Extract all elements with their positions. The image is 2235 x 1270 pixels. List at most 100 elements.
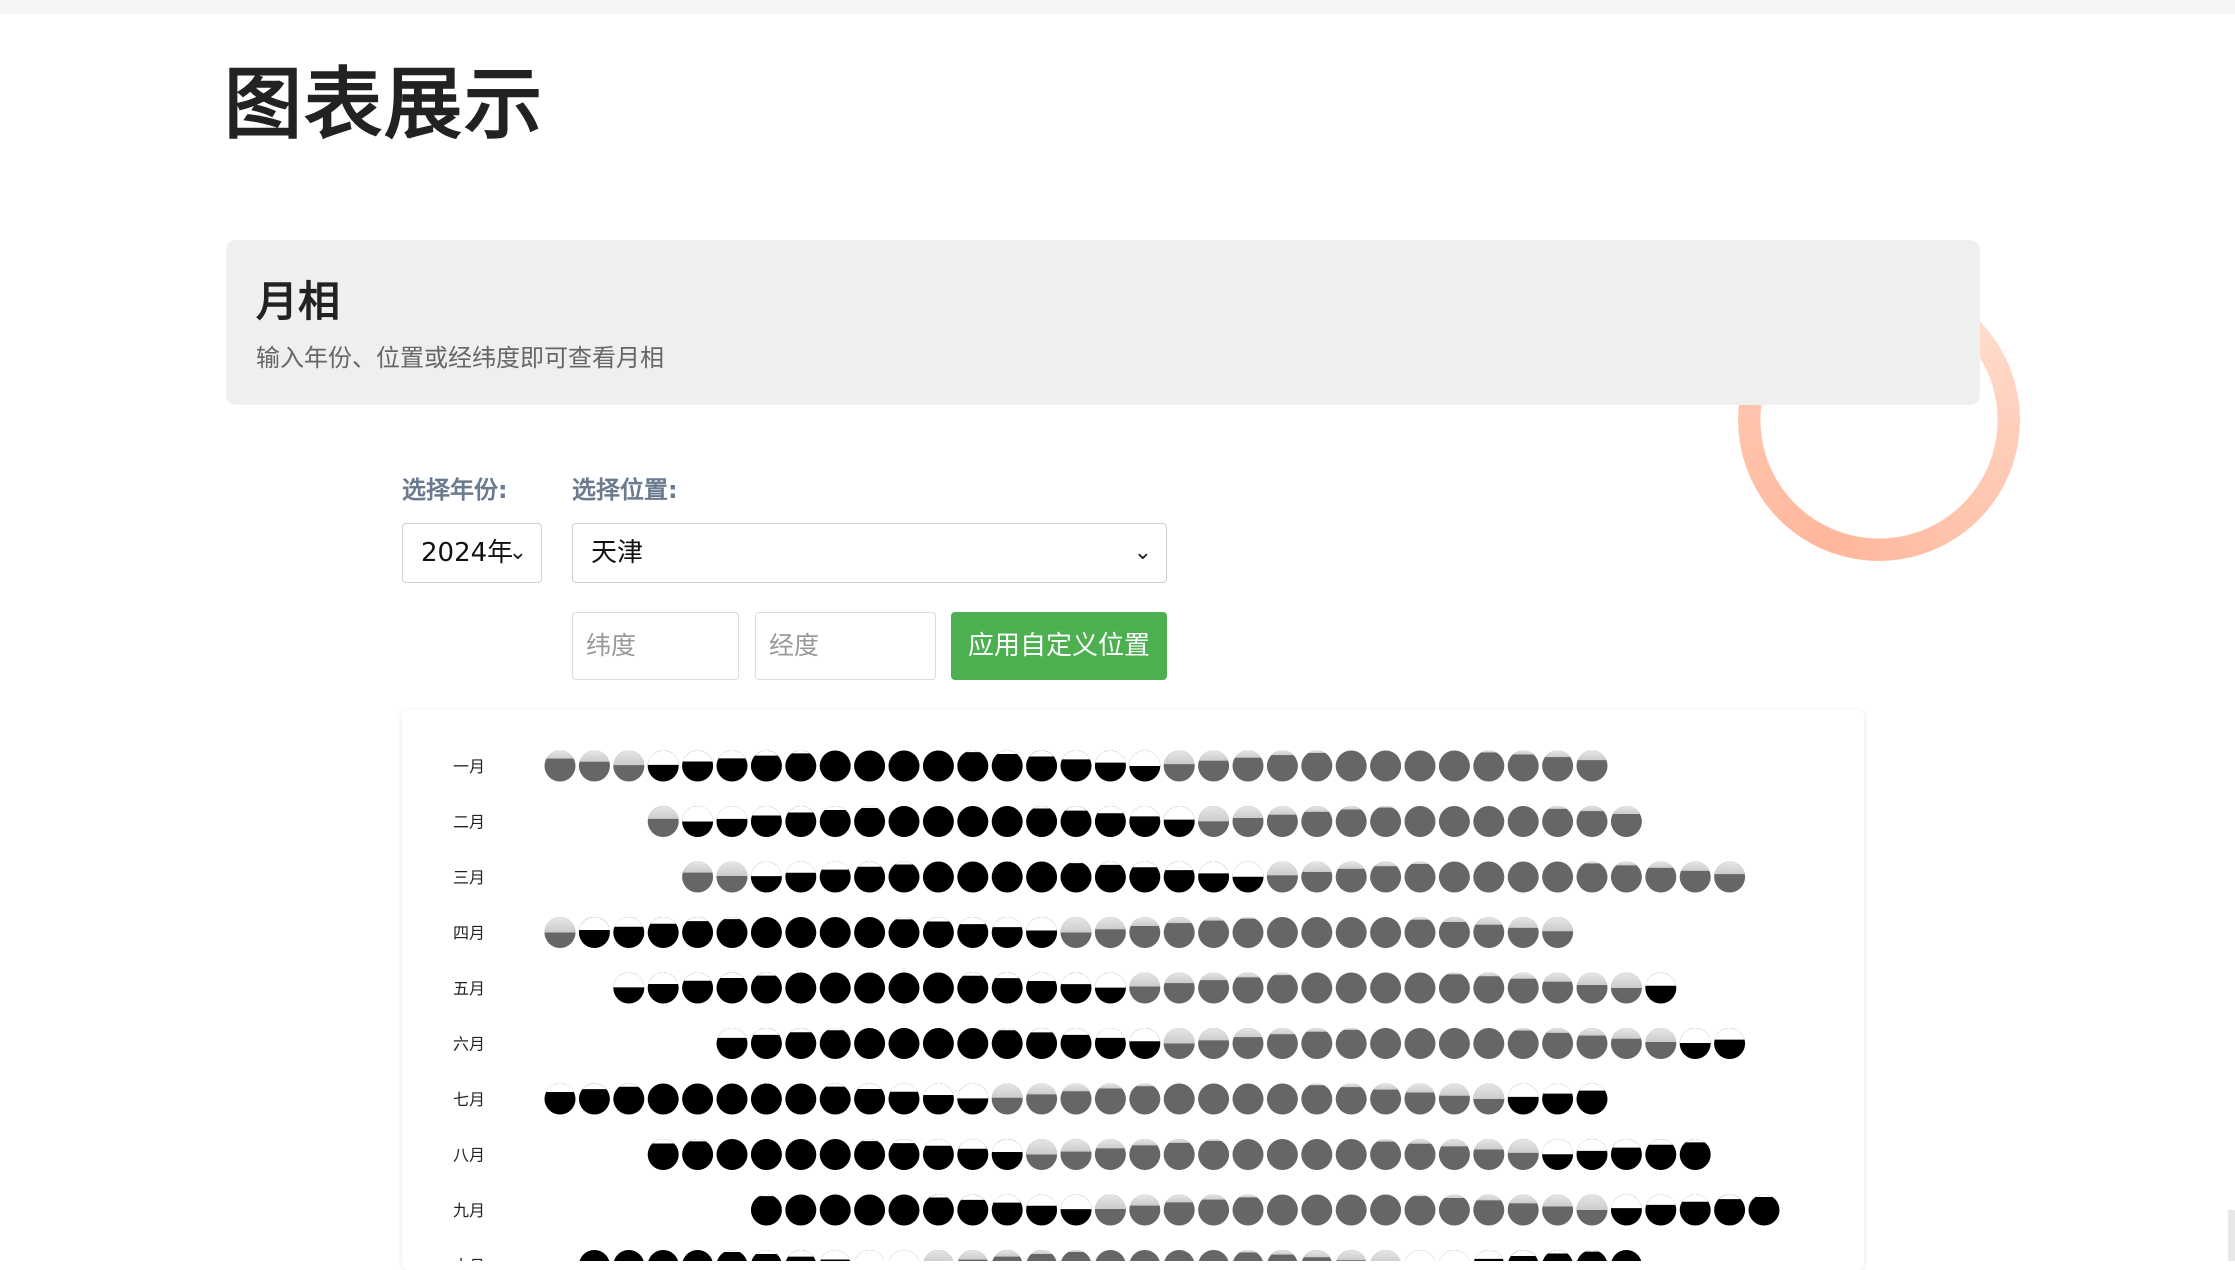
moon-phase-dot (750, 1083, 782, 1115)
moon-phase-dot (1439, 1250, 1470, 1261)
moon-phase-dot (1542, 806, 1574, 837)
moon-phase-dot (922, 750, 954, 782)
moon-phase-dot (1060, 1028, 1092, 1059)
moon-phase-dot (1576, 1194, 1608, 1226)
moon-phase-dot (922, 1194, 954, 1226)
moon-phase-dot (819, 1028, 851, 1059)
moon-phase-dot (854, 917, 886, 948)
moon-phase-dot (957, 750, 989, 782)
moon-phase-dot (1163, 1083, 1195, 1115)
moon-phase-dot (785, 917, 817, 948)
moon-phase-dot (716, 806, 748, 837)
year-select[interactable]: 2024年 ⌄ (402, 523, 542, 583)
moon-phase-dot (682, 750, 714, 782)
moon-phase-dot (1748, 1194, 1780, 1226)
moon-phase-dot (1232, 972, 1264, 1004)
moon-phase-dot (647, 917, 679, 948)
moon-phase-dot (1232, 750, 1264, 782)
moon-phase-dot (1404, 972, 1436, 1004)
moon-phase-dot (1473, 1028, 1505, 1059)
moon-phase-dot (1645, 1139, 1677, 1170)
moon-phase-dot (957, 972, 989, 1004)
latitude-input[interactable]: 纬度 (572, 612, 739, 680)
moon-phase-dot (1438, 861, 1470, 893)
moon-phase-dot (682, 1139, 714, 1170)
moon-phase-dot (1198, 917, 1230, 948)
longitude-input[interactable]: 经度 (755, 612, 936, 680)
moon-phase-dot (613, 1250, 644, 1261)
moon-phase-dot (1301, 972, 1333, 1004)
month-label: 五月 (453, 979, 485, 998)
moon-phase-dot (1507, 916, 1539, 948)
month-label: 一月 (453, 757, 485, 776)
moon-phase-dot (1301, 1139, 1333, 1170)
moon-phase-dot (991, 1139, 1023, 1170)
moon-phase-dot (1026, 1194, 1058, 1226)
moon-phase-dot (922, 1028, 954, 1059)
moon-phase-dot (854, 750, 886, 782)
moon-phase-dot (1198, 972, 1230, 1004)
moon-phase-dot (1026, 1139, 1058, 1170)
location-select[interactable]: 天津 ⌄ (572, 523, 1167, 583)
moon-phase-dot (1301, 750, 1333, 782)
moon-phase-dot (1060, 806, 1092, 837)
moon-phase-dot (1438, 1083, 1470, 1115)
moon-phase-dot (888, 1139, 920, 1170)
moon-phase-dot (1438, 916, 1470, 948)
moon-phase-dot (957, 1028, 989, 1059)
month-label: 三月 (453, 868, 485, 887)
moon-phase-dot (888, 1028, 920, 1059)
moon-phase-dot (682, 972, 714, 1004)
moon-phase-dot (1266, 750, 1298, 782)
moon-phase-dot (1198, 750, 1230, 782)
moon-phase-dot (1610, 1194, 1642, 1226)
moon-phase-dot (1610, 1139, 1642, 1170)
moon-phase-dot (1645, 861, 1677, 893)
moon-phase-dot (1060, 972, 1092, 1004)
moon-phase-dot (1438, 972, 1470, 1004)
moon-phase-dot (1404, 917, 1436, 948)
moon-phase-dot (1714, 1194, 1746, 1226)
moon-phase-dot (888, 917, 920, 948)
moon-phase-dot (1266, 972, 1298, 1004)
moon-phase-dot (1473, 1194, 1505, 1226)
moon-phase-dot (957, 806, 989, 837)
moon-phase-dot (1542, 1028, 1574, 1059)
moon-phase-dot (1507, 750, 1539, 782)
moon-phase-dot (750, 917, 782, 948)
moon-phase-dot (1335, 972, 1367, 1004)
moon-phase-dot (1473, 1139, 1505, 1170)
moon-phase-dot (819, 806, 851, 837)
moon-phase-dot (1233, 1250, 1263, 1261)
moon-phase-dot (854, 806, 886, 837)
moon-phase-dot (1266, 1139, 1298, 1170)
moon-phase-dot (1094, 1083, 1126, 1115)
moon-phase-dot (1026, 972, 1058, 1004)
moon-phase-dot (544, 917, 576, 948)
year-select-value: 2024年 (421, 538, 514, 568)
moon-phase-dot (1267, 1250, 1298, 1261)
scrollbar-edge[interactable] (2228, 1210, 2235, 1261)
moon-phase-dot (1095, 1250, 1126, 1261)
moon-phase-dot (579, 1250, 610, 1261)
moon-phase-dot (1438, 750, 1470, 782)
moon-phase-dot (1026, 806, 1058, 837)
moon-phase-dot (750, 750, 782, 782)
moon-phase-dot (1163, 750, 1195, 782)
moon-phase-dot (1335, 750, 1367, 782)
moon-phase-dot (1335, 1194, 1367, 1226)
moon-phase-dot (819, 861, 851, 893)
moon-phase-dot (1163, 861, 1195, 893)
apply-location-button[interactable]: 应用自定义位置 (951, 612, 1167, 680)
moon-phase-dot (991, 972, 1023, 1004)
moon-phase-dot (682, 1250, 713, 1261)
month-label: 八月 (453, 1146, 485, 1165)
moon-phase-dot (1301, 806, 1333, 837)
header-card: 月相 输入年份、位置或经纬度即可查看月相 (226, 240, 1980, 405)
moon-phase-dot (1405, 1250, 1435, 1261)
moon-phase-dot (1507, 1028, 1539, 1059)
moon-phase-dot (1404, 750, 1436, 782)
moon-phase-dot (785, 1083, 817, 1115)
moon-phase-dot (1679, 861, 1711, 893)
moon-phase-dot (957, 1083, 989, 1115)
